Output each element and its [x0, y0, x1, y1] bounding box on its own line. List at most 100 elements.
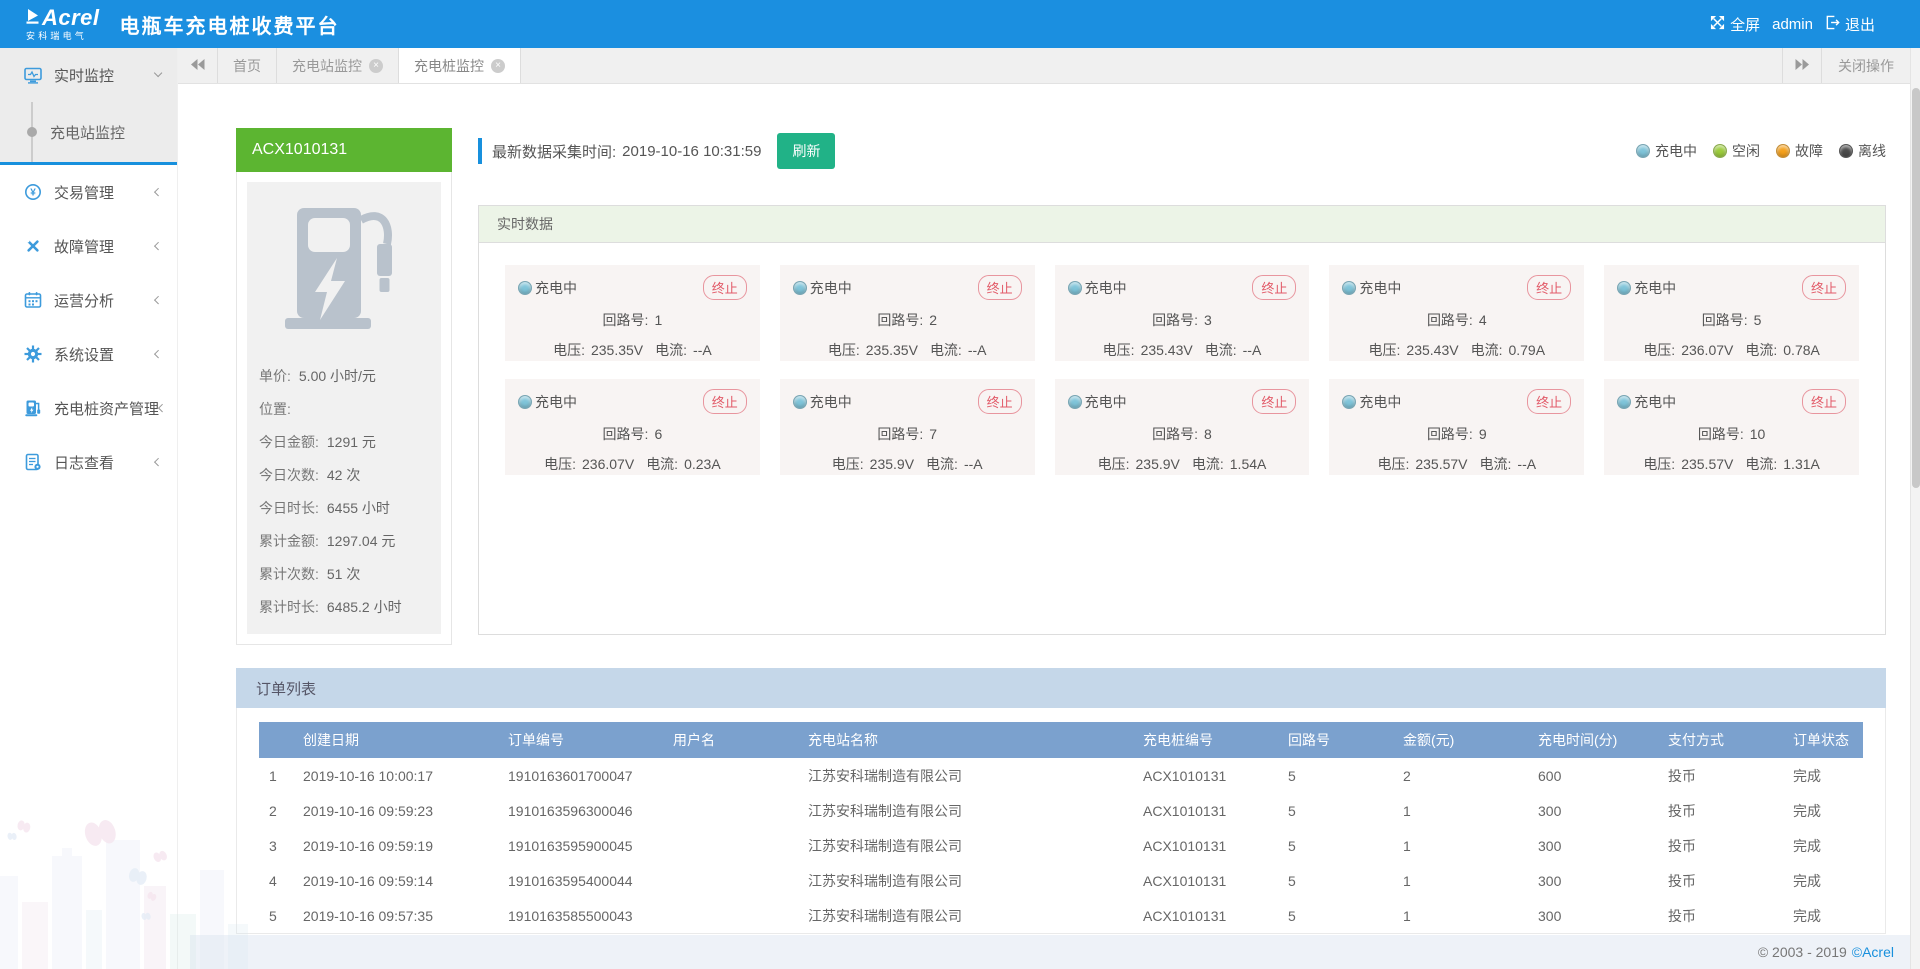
refresh-button[interactable]: 刷新 [777, 133, 835, 169]
app-header: Acrel 安科瑞电气 电瓶车充电桩收费平台 全屏 admin 退出 [0, 0, 1920, 48]
charging-status: 充电中 [518, 278, 577, 298]
cell-status: 完成 [1783, 898, 1863, 933]
voltage-current-line: 电压:235.35V电流:--A [518, 340, 747, 360]
cell-status: 完成 [1783, 793, 1863, 828]
fullscreen-button[interactable]: 全屏 [1710, 14, 1760, 35]
stat-value: 1297.04 元 [327, 532, 396, 550]
logo-text: Acrel [42, 7, 100, 29]
table-row[interactable]: 1 2019-10-16 10:00:17 1910163601700047 江… [259, 758, 1863, 793]
cell-pay: 投币 [1658, 863, 1783, 898]
circuit-number-line: 回路号:6 [518, 424, 747, 444]
status-sphere-icon [1713, 144, 1727, 158]
voltage-current-line: 电压:235.9V电流:--A [793, 454, 1022, 474]
sidebar-item[interactable]: 故障管理 [0, 219, 177, 273]
tab[interactable]: 充电站监控× [277, 48, 399, 83]
charging-status-icon [1068, 281, 1082, 295]
circuit-number-line: 回路号:1 [518, 310, 747, 330]
cell-circuit: 5 [1278, 828, 1393, 863]
circuit-card: 充电中 终止 回路号:4 电压:235.43V电流:0.79A [1329, 265, 1584, 361]
cell-amount: 2 [1393, 758, 1528, 793]
chevron-icon [158, 404, 167, 413]
logout-button[interactable]: 退出 [1825, 14, 1875, 35]
acrel-link[interactable]: ©Acrel [1852, 944, 1894, 960]
accent-bar [478, 138, 482, 164]
stat-value: 42 次 [327, 466, 360, 484]
stat-value: 1291 元 [327, 433, 376, 451]
pile-stat-row: 今日金额: 1291 元 [259, 433, 429, 451]
chevron-icon [154, 296, 163, 305]
terminate-button[interactable]: 终止 [978, 389, 1022, 414]
legend-item: 离线 [1839, 141, 1886, 161]
stat-label: 今日次数: [259, 466, 319, 484]
cell-amount: 1 [1393, 898, 1528, 933]
charging-status-icon [1342, 395, 1356, 409]
cell-circuit: 5 [1278, 863, 1393, 898]
main-content: ACX1010131 [178, 84, 1920, 969]
terminate-button[interactable]: 终止 [1802, 275, 1846, 300]
cell-date: 2019-10-16 09:59:19 [293, 828, 498, 863]
circuit-number-line: 回路号:5 [1617, 310, 1846, 330]
terminate-button[interactable]: 终止 [1252, 389, 1296, 414]
terminate-button[interactable]: 终止 [703, 389, 747, 414]
circuit-card: 充电中 终止 回路号:5 电压:236.07V电流:0.78A [1604, 265, 1859, 361]
scrollbar-thumb[interactable] [1912, 88, 1920, 488]
terminate-button[interactable]: 终止 [1527, 389, 1571, 414]
terminate-button[interactable]: 终止 [703, 275, 747, 300]
pile-stat-row: 今日次数: 42 次 [259, 466, 429, 484]
sidebar-item[interactable]: ¥交易管理 [0, 165, 177, 219]
tab-close-icon[interactable]: × [369, 59, 383, 73]
collect-time-label: 最新数据采集时间: [492, 141, 616, 162]
table-row[interactable]: 4 2019-10-16 09:59:14 1910163595400044 江… [259, 863, 1863, 898]
close-operations-button[interactable]: 关闭操作 [1822, 48, 1910, 83]
charging-status: 充电中 [1068, 392, 1127, 412]
cell-pay: 投币 [1658, 898, 1783, 933]
acrel-sail-icon [26, 8, 39, 29]
chevron-icon [154, 69, 163, 78]
tree-dot-icon [27, 127, 37, 137]
cell-index: 4 [259, 863, 293, 898]
vertical-scrollbar[interactable] [1910, 48, 1920, 969]
tab[interactable]: 充电桩监控× [399, 48, 521, 83]
circuit-card: 充电中 终止 回路号:1 电压:235.35V电流:--A [505, 265, 760, 361]
terminate-button[interactable]: 终止 [1252, 275, 1296, 300]
circuit-card: 充电中 终止 回路号:10 电压:235.57V电流:1.31A [1604, 379, 1859, 475]
svg-text:¥: ¥ [30, 188, 36, 199]
pile-stat-row: 累计次数: 51 次 [259, 565, 429, 583]
cell-pay: 投币 [1658, 828, 1783, 863]
sidebar-item[interactable]: 系统设置 [0, 327, 177, 381]
sidebar-item[interactable]: 运营分析 [0, 273, 177, 327]
cell-order-no: 1910163596300046 [498, 793, 663, 828]
column-header [259, 722, 293, 758]
column-header: 支付方式 [1658, 722, 1783, 758]
scroll-tabs-left-button[interactable] [178, 48, 218, 83]
sidebar-item[interactable]: 日志查看 [0, 435, 177, 489]
sidebar-item[interactable]: 充电桩资产管理 [0, 381, 177, 435]
table-row[interactable]: 2 2019-10-16 09:59:23 1910163596300046 江… [259, 793, 1863, 828]
username[interactable]: admin [1772, 16, 1813, 33]
circuit-number-line: 回路号:2 [793, 310, 1022, 330]
terminate-button[interactable]: 终止 [1527, 275, 1571, 300]
table-row[interactable]: 3 2019-10-16 09:59:19 1910163595900045 江… [259, 828, 1863, 863]
orders-panel-title: 订单列表 [236, 668, 1886, 708]
log-icon [24, 453, 42, 471]
charging-status-icon [518, 281, 532, 295]
realtime-panel: 实时数据 充电中 终止 回路号:1 电压:235.35V电流:--A 充电中 终… [478, 205, 1886, 635]
chevron-icon [154, 242, 163, 251]
footer: © 2003 - 2019 ©Acrel [190, 935, 1920, 969]
cell-order-no: 1910163601700047 [498, 758, 663, 793]
terminate-button[interactable]: 终止 [1802, 389, 1846, 414]
scroll-tabs-right-button[interactable] [1782, 48, 1822, 83]
sidebar-subitem[interactable]: 充电站监控 [0, 102, 177, 162]
terminate-button[interactable]: 终止 [978, 275, 1022, 300]
orders-table-header-row: 创建日期 订单编号 用户名 充电站名称 充电桩编号 回路号 金额(元) 充电时间… [259, 722, 1863, 758]
column-header: 充电站名称 [798, 722, 1133, 758]
realtime-panel-title: 实时数据 [479, 206, 1885, 243]
cell-station: 江苏安科瑞制造有限公司 [798, 863, 1133, 898]
cell-order-no: 1910163595400044 [498, 863, 663, 898]
tab[interactable]: 首页 [218, 48, 277, 83]
table-row[interactable]: 5 2019-10-16 09:57:35 1910163585500043 江… [259, 898, 1863, 933]
cell-circuit: 5 [1278, 898, 1393, 933]
tab-close-icon[interactable]: × [491, 59, 505, 73]
asset-icon [24, 399, 42, 417]
sidebar-item[interactable]: 实时监控 [0, 48, 177, 102]
